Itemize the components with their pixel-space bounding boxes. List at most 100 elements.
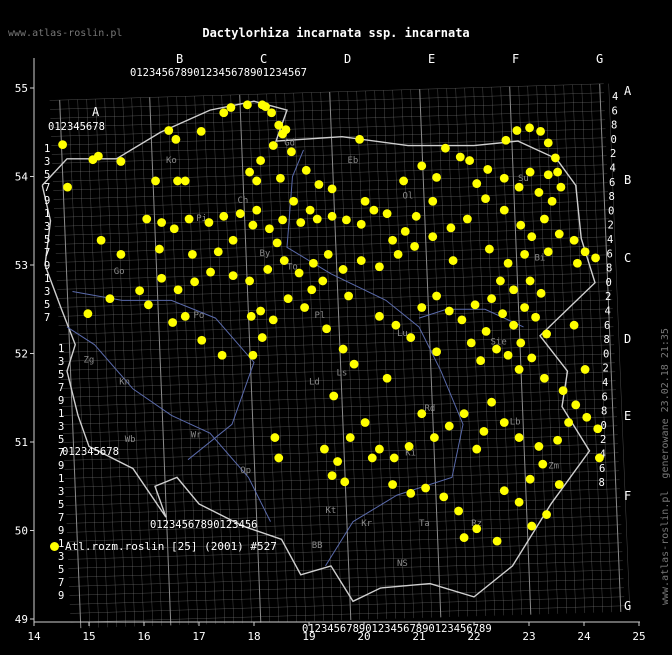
occurrence-point <box>388 235 397 245</box>
region-label: Kr <box>361 519 372 529</box>
occurrence-point <box>516 220 526 230</box>
occurrence-point <box>554 480 564 489</box>
occurrence-point <box>459 409 469 419</box>
occurrence-point <box>573 258 582 268</box>
occurrence-point <box>301 165 311 175</box>
grid-row-digit: 2 <box>605 291 611 303</box>
occurrence-point <box>553 167 562 177</box>
grid-row-letter: G <box>624 599 631 613</box>
occurrence-point <box>400 226 410 236</box>
occurrence-point <box>428 196 438 206</box>
occurrence-point <box>481 326 491 336</box>
occurrence-point <box>525 123 534 133</box>
occurrence-point <box>289 196 298 206</box>
grid-row-digit: 0 <box>606 277 612 289</box>
occurrence-point <box>367 453 377 463</box>
occurrence-point <box>417 161 427 171</box>
occurrence-point <box>180 311 190 321</box>
occurrence-point <box>279 256 289 265</box>
grid-row-digit: 9 <box>58 525 64 537</box>
occurrence-point <box>382 209 392 219</box>
grid-row-digit: 1 <box>58 343 64 355</box>
legend-marker <box>50 542 59 551</box>
occurrence-point <box>219 108 229 118</box>
grid-row-digit: 7 <box>58 577 64 589</box>
grid-row-digit: 9 <box>58 590 64 602</box>
occurrence-point <box>547 196 557 206</box>
occurrence-point <box>485 244 494 254</box>
occurrence-point <box>345 433 355 442</box>
grid-row-letter: F <box>624 489 631 503</box>
grid-row-digit: 5 <box>44 169 50 181</box>
occurrence-point <box>327 184 337 194</box>
occurrence-point <box>448 256 458 265</box>
occurrence-point <box>96 235 106 245</box>
grid-row-digit: 6 <box>607 248 613 260</box>
occurrence-point <box>391 320 401 330</box>
occurrence-point <box>472 524 482 534</box>
grid-row-digit: 3 <box>44 286 50 298</box>
occurrence-point <box>542 510 551 519</box>
grid-column-letter: A <box>92 105 100 119</box>
occurrence-point <box>157 218 167 227</box>
y-tick-label: 50 <box>15 525 28 538</box>
occurrence-point <box>430 433 439 442</box>
occurrence-point <box>556 182 566 192</box>
occurrence-point <box>217 350 227 360</box>
grid-digit-row: 012345678901234567890123456789 <box>302 623 492 635</box>
occurrence-point <box>457 315 467 325</box>
occurrence-point <box>499 173 509 183</box>
occurrence-point <box>206 267 215 277</box>
grid-row-digit: 6 <box>599 463 605 475</box>
occurrence-point <box>487 294 496 304</box>
occurrence-point <box>527 232 537 242</box>
grid-row-digit: 4 <box>612 91 618 103</box>
region-label: By <box>260 249 271 259</box>
region-label: Wr <box>191 431 202 441</box>
region-label: Lu <box>397 329 408 339</box>
distribution-map: A B C D E F G 012345678 012345678901234567890123… <box>0 0 672 651</box>
occurrence-point <box>466 338 476 348</box>
occurrence-point <box>553 435 562 445</box>
region-label: BB <box>312 541 323 551</box>
occurrence-point <box>470 300 480 310</box>
occurrence-point <box>496 276 505 286</box>
occurrence-point <box>305 205 315 215</box>
x-tick-label: 14 <box>27 630 41 643</box>
occurrence-point <box>534 442 544 451</box>
grid-row-digit: 2 <box>600 434 606 446</box>
occurrence-point <box>463 214 472 224</box>
region-label: Ld <box>309 377 320 387</box>
occurrence-point <box>514 365 524 374</box>
occurrence-point <box>540 373 549 383</box>
occurrence-point <box>501 135 511 145</box>
occurrence-point <box>512 126 522 135</box>
grid-column-letter: D <box>344 52 351 66</box>
occurrence-point <box>320 444 329 454</box>
grid-row-digit: 3 <box>44 156 50 168</box>
grid-row-digit: 1 <box>44 208 50 220</box>
region-label: Eb <box>348 156 359 166</box>
grid-digit-row: 012345678 <box>48 121 105 133</box>
grid-row-digit: 6 <box>612 105 618 117</box>
legend-label: Atl.rozm.roslin [25] (2001) #527 <box>65 540 277 553</box>
occurrence-point <box>476 356 485 365</box>
grid-row-digit: 9 <box>44 260 50 272</box>
region-label: Zm <box>548 462 559 472</box>
occurrence-point <box>307 285 317 295</box>
occurrence-point <box>487 397 496 407</box>
occurrence-point <box>543 247 553 257</box>
grid-row-letter: E <box>624 409 631 423</box>
grid-row-digit: 7 <box>44 312 50 324</box>
occurrence-point <box>543 170 553 180</box>
grid-column-letter: E <box>428 52 435 66</box>
grid-row-digit: 6 <box>609 177 615 189</box>
occurrence-point <box>283 294 293 304</box>
occurrence-point <box>355 134 364 144</box>
footer-url: www.atlas-roslin.pl <box>660 490 671 605</box>
occurrence-point <box>525 276 535 286</box>
occurrence-point <box>593 424 603 434</box>
occurrence-point <box>499 418 509 427</box>
occurrence-point <box>393 249 403 259</box>
occurrence-point <box>296 218 306 227</box>
